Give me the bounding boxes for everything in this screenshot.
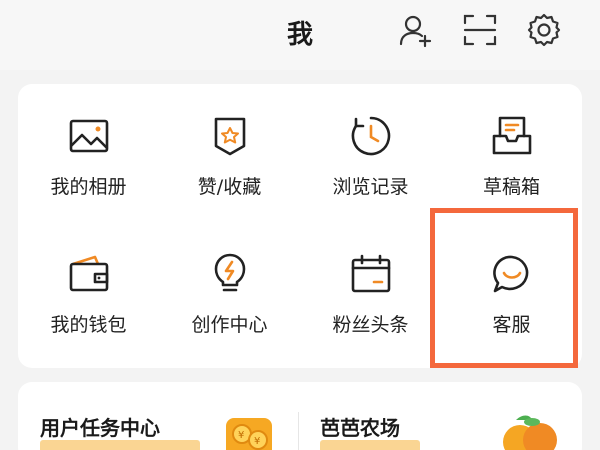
- promo-subtitle-blur: [40, 440, 200, 450]
- page-title: 我: [286, 20, 313, 50]
- album-icon: [67, 114, 111, 158]
- promo-card: 用户任务中心 ¥ ¥ 芭芭农场: [18, 382, 582, 450]
- grid-item-history[interactable]: 浏览记录: [300, 84, 441, 204]
- history-clock-icon: [349, 114, 393, 158]
- gold-coins-icon: ¥ ¥: [222, 410, 278, 450]
- grid-item-drafts[interactable]: 草稿箱: [441, 84, 582, 204]
- svg-text:¥: ¥: [254, 436, 260, 447]
- promo-title: 用户任务中心: [40, 416, 160, 440]
- grid-item-favorites[interactable]: 赞/收藏: [159, 84, 300, 204]
- promo-title: 芭芭农场: [320, 416, 400, 440]
- grid-item-album[interactable]: 我的相册: [18, 84, 159, 204]
- grid-item-label: 我的钱包: [50, 314, 127, 336]
- lightbulb-icon: [208, 252, 252, 296]
- draft-box-icon: [490, 114, 534, 158]
- scan-icon[interactable]: [462, 12, 498, 48]
- promo-subtitle-blur: [320, 440, 420, 450]
- grid-item-label: 草稿箱: [482, 176, 540, 198]
- grid-item-label: 我的相册: [50, 176, 127, 198]
- favorite-badge-icon: [208, 114, 252, 158]
- highlight-box: [430, 208, 578, 368]
- grid-item-label: 赞/收藏: [197, 176, 262, 198]
- grid-item-creator-center[interactable]: 创作中心: [159, 222, 300, 342]
- gear-icon[interactable]: [526, 12, 562, 48]
- top-bar: 我: [0, 0, 600, 70]
- wallet-icon: [67, 252, 111, 296]
- fruit-icon: [496, 412, 566, 450]
- grid-item-wallet[interactable]: 我的钱包: [18, 222, 159, 342]
- add-user-icon[interactable]: [397, 12, 433, 48]
- grid-item-label: 浏览记录: [332, 176, 409, 198]
- calendar-icon: [349, 252, 393, 296]
- svg-text:¥: ¥: [238, 430, 244, 441]
- promo-divider: [298, 412, 299, 450]
- grid-item-fan-headlines[interactable]: 粉丝头条: [300, 222, 441, 342]
- grid-item-label: 粉丝头条: [332, 314, 409, 336]
- grid-item-label: 创作中心: [191, 314, 268, 336]
